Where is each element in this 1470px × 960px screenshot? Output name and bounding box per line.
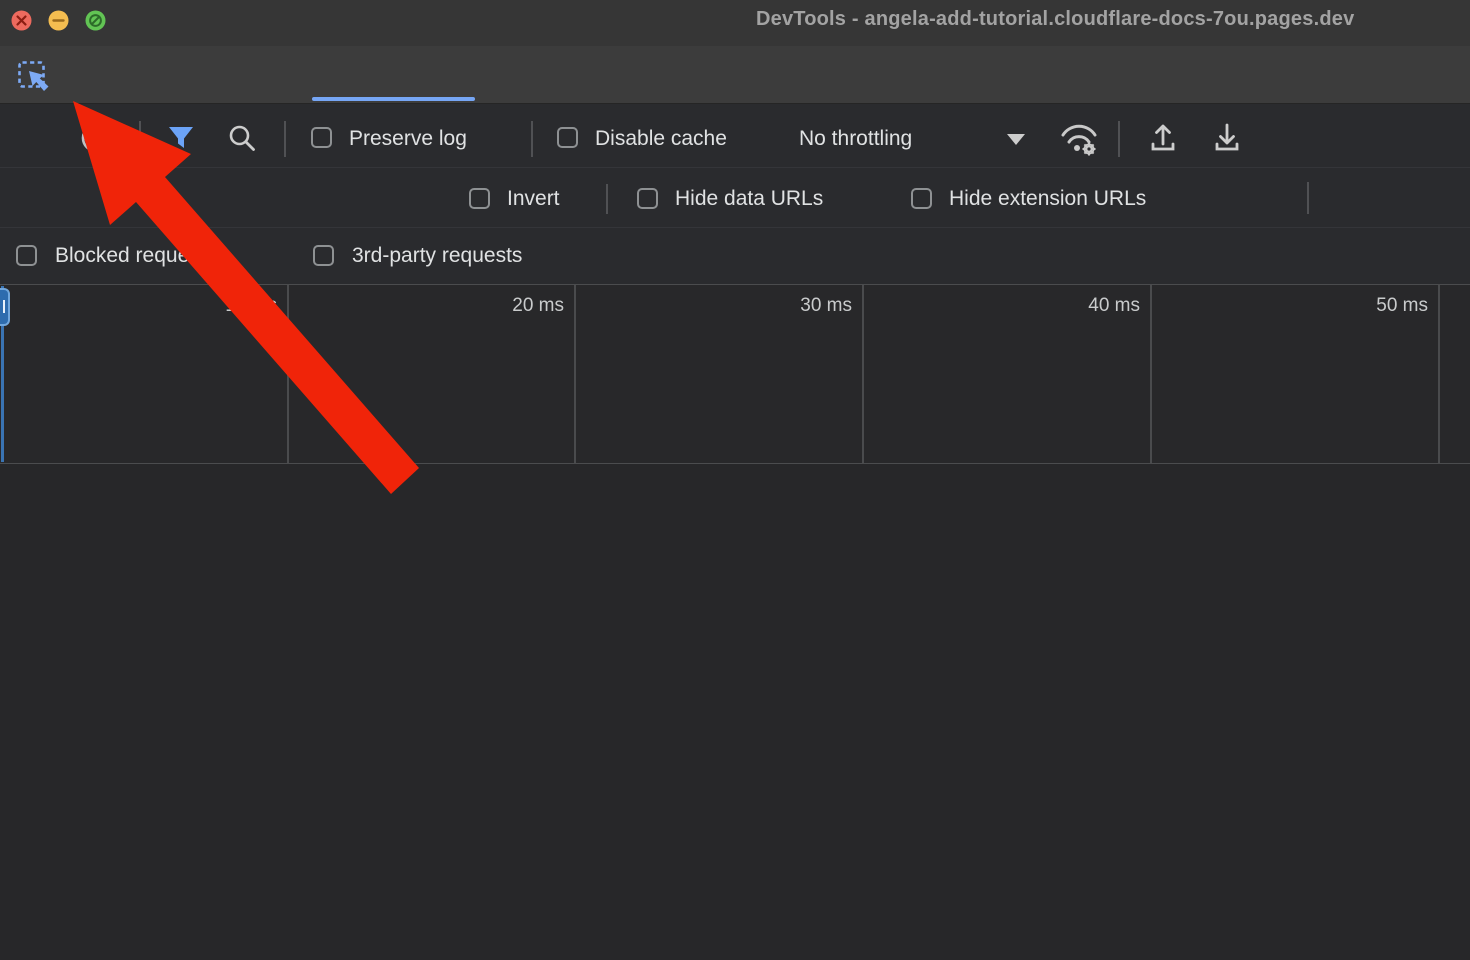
preserve-log-label: Preserve log <box>349 127 467 151</box>
zoom-window-icon[interactable] <box>85 10 106 31</box>
timeline-tick-50ms: 50 ms <box>1288 295 1428 317</box>
title-bar: DevTools - angela-add-tutorial.cloudflar… <box>0 0 1470 46</box>
network-overview-timeline[interactable]: 10 ms 20 ms 30 ms 40 ms 50 ms <box>0 284 1470 464</box>
network-filter-bar: Invert Hide data URLs Hide extension URL… <box>0 168 1470 228</box>
toolbar-separator <box>531 121 533 157</box>
throttling-select[interactable]: No throttling <box>799 127 912 151</box>
hide-extension-urls-label: Hide extension URLs <box>949 187 1146 211</box>
clear-network-log-icon[interactable] <box>80 122 113 155</box>
minimize-window-icon[interactable] <box>48 10 69 31</box>
window-title: DevTools - angela-add-tutorial.cloudflar… <box>756 8 1354 31</box>
toolbar-separator <box>284 121 286 157</box>
filter-toggle-icon[interactable] <box>166 123 196 153</box>
blocked-requests-label: Blocked requests <box>55 244 216 268</box>
search-icon[interactable] <box>226 122 258 154</box>
blocked-requests-checkbox[interactable] <box>16 245 37 266</box>
toolbar-separator <box>139 121 141 157</box>
preserve-log-checkbox[interactable] <box>311 127 332 148</box>
filterbar-separator <box>606 184 608 214</box>
timeline-gridline <box>1438 285 1440 463</box>
invert-label: Invert <box>507 187 560 211</box>
toolbar-separator <box>1118 121 1120 157</box>
invert-checkbox[interactable] <box>469 188 490 209</box>
timeline-tick-20ms: 20 ms <box>424 295 564 317</box>
chevron-down-icon[interactable] <box>1007 134 1025 145</box>
devtools-window: DevTools - angela-add-tutorial.cloudflar… <box>0 0 1470 960</box>
timeline-gridline <box>862 285 864 463</box>
timeline-tick-40ms: 40 ms <box>1000 295 1140 317</box>
close-window-icon[interactable] <box>11 10 32 31</box>
import-har-icon[interactable] <box>1146 120 1180 154</box>
more-filters-row: Blocked requests 3rd-party requests <box>0 228 1470 284</box>
timeline-tick-10ms: 10 ms <box>137 295 277 317</box>
timeline-gridline <box>287 285 289 463</box>
network-toolbar: Preserve log Disable cache No throttling <box>0 104 1470 168</box>
hide-data-urls-checkbox[interactable] <box>637 188 658 209</box>
filterbar-separator <box>1307 182 1309 214</box>
inspect-element-icon[interactable] <box>17 60 53 96</box>
timeline-drag-handle[interactable] <box>0 288 10 326</box>
timeline-gridline <box>574 285 576 463</box>
handle-grip <box>3 300 5 313</box>
export-har-icon[interactable] <box>1210 120 1244 154</box>
devtools-tab-bar: Console Network Sources Performance Memo… <box>0 46 1470 104</box>
timeline-gridline <box>1150 285 1152 463</box>
active-tab-underline <box>312 97 475 101</box>
timeline-tick-30ms: 30 ms <box>712 295 852 317</box>
hide-extension-urls-checkbox[interactable] <box>911 188 932 209</box>
third-party-requests-label: 3rd-party requests <box>352 244 522 268</box>
hide-data-urls-label: Hide data URLs <box>675 187 823 211</box>
disable-cache-checkbox[interactable] <box>557 127 578 148</box>
network-conditions-icon[interactable] <box>1056 118 1102 158</box>
third-party-requests-checkbox[interactable] <box>313 245 334 266</box>
requests-empty-panel: Recording network activity… Perform a re… <box>0 464 1470 960</box>
disable-cache-label: Disable cache <box>595 127 727 151</box>
